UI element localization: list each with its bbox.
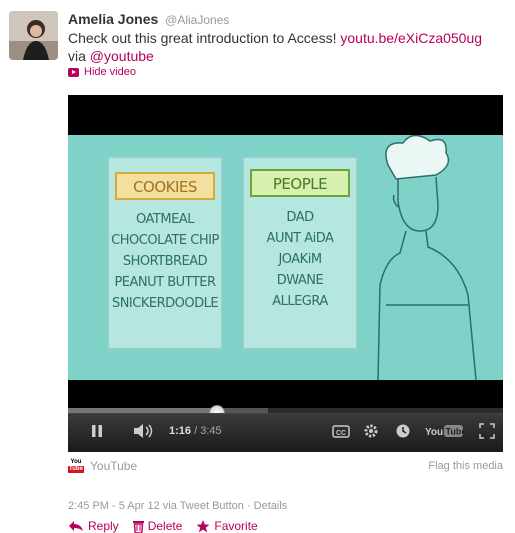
list-item: ALLEGRA <box>272 294 328 309</box>
media-source-label: YouTube <box>90 459 138 473</box>
via-text: via <box>68 48 90 64</box>
tweet-body: Check out this great introduction to Acc… <box>68 30 341 46</box>
time-display: 1:16 / 3:45 <box>169 425 222 437</box>
list-item: CHOCOLATE CHIP <box>111 233 219 248</box>
list-item: OATMEAL <box>136 212 194 227</box>
delete-button[interactable]: Delete <box>132 519 183 533</box>
tweet-actions: Reply Delete Favorite <box>68 519 258 533</box>
reply-label: Reply <box>88 519 119 533</box>
delete-label: Delete <box>147 519 183 533</box>
list-item: AUNT AiDA <box>266 231 334 246</box>
list-item: DWANE <box>276 273 324 288</box>
media-source[interactable]: You Tube YouTube <box>68 459 137 473</box>
youtube-logo-icon[interactable]: You Tube <box>424 422 464 440</box>
flag-media-link[interactable]: Flag this media <box>428 460 503 472</box>
author-name[interactable]: Amelia Jones <box>68 11 158 27</box>
svg-text:Tube: Tube <box>446 427 465 437</box>
chef-illustration <box>377 135 477 380</box>
trash-icon <box>132 520 144 533</box>
captions-icon[interactable]: CC <box>332 422 350 440</box>
video-player[interactable]: COOKIES PEOPLE OATMEAL CHOCOLATE CHIP SH… <box>68 95 503 452</box>
favorite-label: Favorite <box>214 519 258 533</box>
reply-button[interactable]: Reply <box>68 519 119 533</box>
settings-gear-icon[interactable] <box>362 422 380 440</box>
list-item: SNICKERDOODLE <box>111 296 219 311</box>
list-item: PEANUT BUTTER <box>114 275 216 290</box>
via-link[interactable]: @youtube <box>90 48 154 64</box>
avatar-image <box>9 11 58 60</box>
youtube-icon: You Tube <box>68 459 84 473</box>
svg-text:You: You <box>425 427 443 438</box>
list-item: JOAKiM <box>278 252 322 267</box>
avatar[interactable] <box>9 11 58 60</box>
card-right-list: DAD AUNT AiDA JOAKiM DWANE ALLEGRA <box>243 207 357 312</box>
card-left-list: OATMEAL CHOCOLATE CHIP SHORTBREAD PEANUT… <box>108 209 222 314</box>
star-icon <box>196 519 210 532</box>
list-item: SHORTBREAD <box>122 254 208 269</box>
author-handle[interactable]: @AliaJones <box>165 13 229 27</box>
video-frame[interactable]: COOKIES PEOPLE OATMEAL CHOCOLATE CHIP SH… <box>68 135 503 380</box>
duration: 3:45 <box>200 425 222 437</box>
volume-icon[interactable] <box>132 422 156 440</box>
reply-arrow-icon <box>69 521 83 531</box>
hide-video-label: Hide video <box>84 66 136 78</box>
watch-later-clock-icon[interactable] <box>394 422 412 440</box>
svg-text:CC: CC <box>336 430 346 437</box>
pause-icon[interactable] <box>90 422 104 440</box>
video-icon <box>68 67 79 77</box>
hide-video-link[interactable]: Hide video <box>68 66 136 78</box>
card-left-title: COOKIES <box>133 178 197 196</box>
current-time: 1:16 <box>169 425 192 437</box>
tweet-timestamp[interactable]: 2:45 PM - 5 Apr 12 via Tweet Button · De… <box>68 500 287 512</box>
list-item: DAD <box>286 210 314 225</box>
favorite-button[interactable]: Favorite <box>196 519 258 533</box>
card-right-title: PEOPLE <box>272 175 328 193</box>
tweet-header: Amelia Jones @AliaJones <box>68 10 229 29</box>
fullscreen-icon[interactable] <box>478 422 496 440</box>
tweet-link[interactable]: youtu.be/eXiCza050ug <box>340 30 482 46</box>
tweet-text: Check out this great introduction to Acc… <box>68 29 508 65</box>
